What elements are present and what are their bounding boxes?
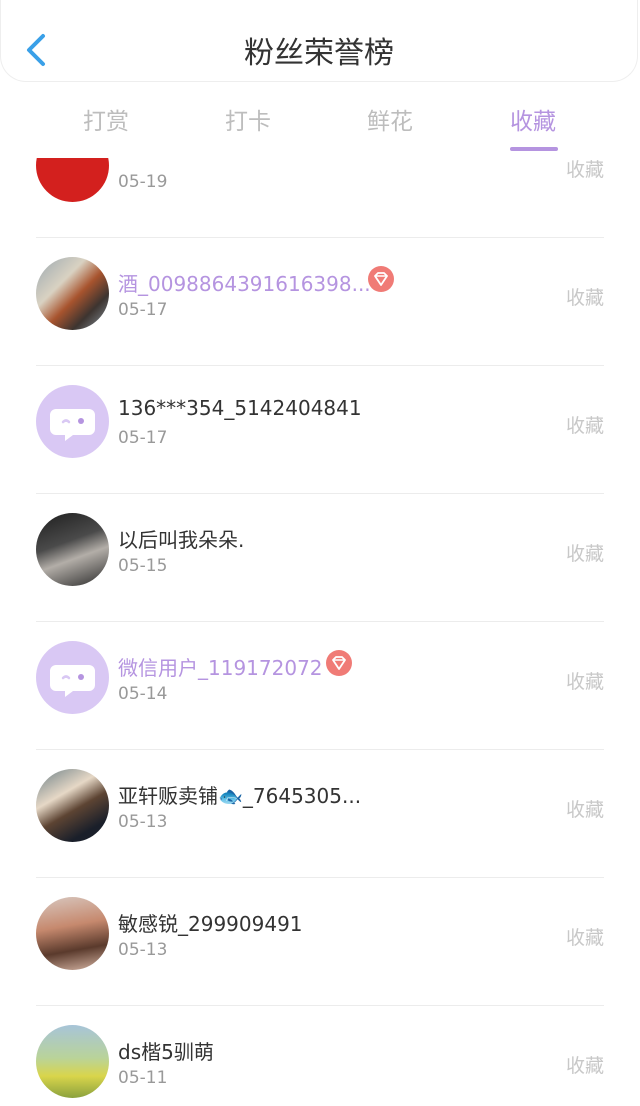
list-item-action: 收藏 <box>565 287 604 309</box>
list-item-date: 05-13 <box>118 940 168 960</box>
list-item-date: 05-17 <box>118 428 168 448</box>
list-item-action: 收藏 <box>565 1055 604 1077</box>
list-item-action: 收藏 <box>565 671 604 693</box>
chat-bubble-icon <box>50 409 95 441</box>
fan-list[interactable]: 05-19 收藏 酒_0098864391616398... 05-17 收藏 … <box>0 158 640 1106</box>
list-item-date: 05-19 <box>118 172 168 192</box>
list-item-date: 05-15 <box>118 556 168 576</box>
top-bar: 粉丝荣誉榜 <box>0 0 638 82</box>
list-item-action: 收藏 <box>565 415 604 437</box>
list-item[interactable]: 亚轩贩卖铺🐟_7645305... 05-13 收藏 <box>0 750 640 878</box>
default-avatar[interactable] <box>36 641 109 714</box>
tab-favorites[interactable]: 收藏 <box>473 102 593 136</box>
list-item[interactable]: 05-19 收藏 <box>0 158 640 238</box>
user-avatar[interactable] <box>36 513 109 586</box>
list-item-date: 05-14 <box>118 684 168 704</box>
tab-checkin[interactable]: 打卡 <box>188 102 308 136</box>
list-item-action: 收藏 <box>565 927 604 949</box>
tab-flowers[interactable]: 鲜花 <box>330 102 450 136</box>
list-item-name[interactable]: 酒_0098864391616398... <box>118 268 371 297</box>
list-item-date: 05-13 <box>118 812 168 832</box>
user-avatar[interactable] <box>36 769 109 842</box>
active-tab-indicator <box>510 147 558 151</box>
list-item[interactable]: 以后叫我朵朵. 05-15 收藏 <box>0 494 640 622</box>
list-item-name[interactable]: 亚轩贩卖铺🐟_7645305... <box>118 780 361 809</box>
vip-diamond-icon <box>326 650 352 676</box>
list-item[interactable]: 136***354_5142404841 05-17 收藏 <box>0 366 640 494</box>
list-item[interactable]: 敏感锐_299909491 05-13 收藏 <box>0 878 640 1006</box>
user-avatar[interactable] <box>36 158 109 202</box>
default-avatar[interactable] <box>36 385 109 458</box>
list-item-name[interactable]: 微信用户_119172072 <box>118 652 323 681</box>
page-title: 粉丝荣誉榜 <box>244 36 394 71</box>
list-item-action: 收藏 <box>565 543 604 565</box>
tab-reward[interactable]: 打赏 <box>46 102 166 136</box>
list-item-date: 05-11 <box>118 1068 168 1088</box>
user-avatar[interactable] <box>36 1025 109 1098</box>
chat-bubble-icon <box>50 665 95 697</box>
list-item-name[interactable]: ds楷5驯萌 <box>118 1036 214 1065</box>
list-item-action: 收藏 <box>565 799 604 821</box>
list-item[interactable]: ds楷5驯萌 05-11 收藏 <box>0 1006 640 1106</box>
user-avatar[interactable] <box>36 897 109 970</box>
list-item-name[interactable]: 敏感锐_299909491 <box>118 908 303 937</box>
list-item-action: 收藏 <box>565 159 604 181</box>
list-item-name[interactable]: 以后叫我朵朵. <box>118 524 244 553</box>
vip-diamond-icon <box>368 266 394 292</box>
list-item[interactable]: 微信用户_119172072 05-14 收藏 <box>0 622 640 750</box>
list-item-name[interactable]: 136***354_5142404841 <box>118 396 362 420</box>
user-avatar[interactable] <box>36 257 109 330</box>
list-item-date: 05-17 <box>118 300 168 320</box>
list-item[interactable]: 酒_0098864391616398... 05-17 收藏 <box>0 238 640 366</box>
